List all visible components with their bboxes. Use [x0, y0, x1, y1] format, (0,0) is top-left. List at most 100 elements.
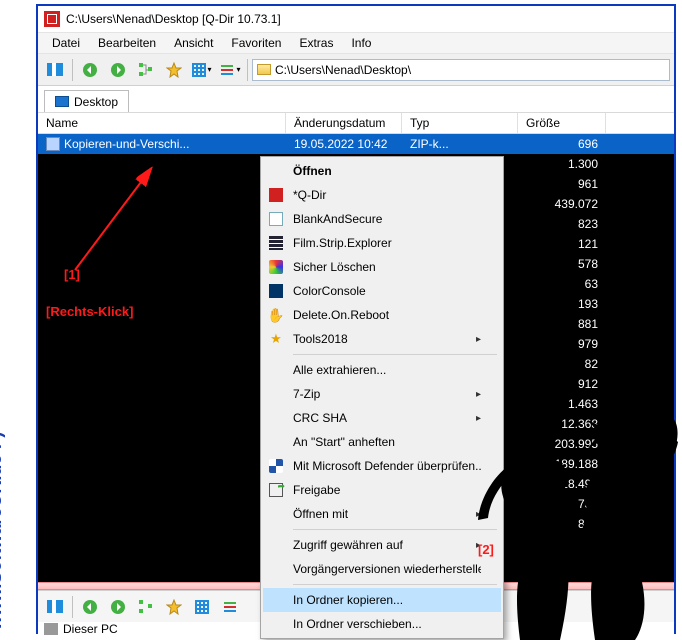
ctx-label: In Ordner kopieren...: [293, 593, 481, 607]
blank-icon: [267, 433, 285, 451]
col-type[interactable]: Typ: [402, 113, 518, 133]
panel-layout-icon[interactable]: [42, 594, 68, 620]
ctx-label: 7-Zip: [293, 387, 468, 401]
sep: [72, 59, 73, 81]
toolbar: ▾ ▾ C:\Users\Nenad\Desktop\: [38, 54, 674, 86]
ctx--ffnen-mit[interactable]: Öffnen mit: [263, 502, 501, 526]
watermark: www.SoftwareOK.de :-): [0, 432, 6, 630]
col-date[interactable]: Änderungsdatum: [286, 113, 402, 133]
col-size[interactable]: Größe: [518, 113, 606, 133]
ctx-label: Film.Strip.Explorer: [293, 236, 481, 250]
sep: [72, 596, 73, 618]
folder-icon: [257, 64, 271, 75]
ctx-label: Vorgängerversionen wiederherstellen: [293, 562, 481, 576]
ctx-vorg-ngerversionen-wiederherstellen[interactable]: Vorgängerversionen wiederherstellen: [263, 557, 501, 581]
address-text: C:\Users\Nenad\Desktop\: [275, 63, 411, 77]
tab-label: Desktop: [74, 95, 118, 109]
ctx-sicher-l-schen[interactable]: Sicher Löschen: [263, 255, 501, 279]
tab-desktop[interactable]: Desktop: [44, 90, 129, 112]
desktop-icon: [55, 96, 69, 107]
ctx-in-ordner-kopieren-[interactable]: In Ordner kopieren...: [263, 588, 501, 612]
ctx-label: BlankAndSecure: [293, 212, 481, 226]
blank-icon: [267, 210, 285, 228]
tabbar: Desktop: [38, 86, 674, 112]
ctx-label: Öffnen: [293, 164, 481, 178]
menu-extras[interactable]: Extras: [291, 34, 341, 52]
titlebar: C:\Users\Nenad\Desktop [Q-Dir 10.73.1]: [38, 6, 674, 32]
table-row[interactable]: Kopieren-und-Verschi...19.05.2022 10:42Z…: [38, 134, 674, 154]
qdir-icon: [267, 186, 285, 204]
tree-icon[interactable]: [133, 57, 159, 83]
menu-file[interactable]: Datei: [44, 34, 88, 52]
filmstrip-icon: [267, 234, 285, 252]
options-icon[interactable]: [217, 594, 243, 620]
ctx-freigabe[interactable]: ➦ Freigabe: [263, 478, 501, 502]
ctx-7-zip[interactable]: 7-Zip: [263, 382, 501, 406]
forward-icon[interactable]: [105, 594, 131, 620]
ctx-alle-extrahieren-[interactable]: Alle extrahieren...: [263, 358, 501, 382]
ctx-mit-microsoft-defender-berpr-fen-[interactable]: Mit Microsoft Defender überprüfen...: [263, 454, 501, 478]
ctx--q-dir[interactable]: *Q-Dir: [263, 183, 501, 207]
back-icon[interactable]: [77, 57, 103, 83]
blank-icon: [267, 505, 285, 523]
ctx-label: Delete.On.Reboot: [293, 308, 481, 322]
menubar: Datei Bearbeiten Ansicht Favoriten Extra…: [38, 32, 674, 54]
ctx-in-ordner-verschieben-[interactable]: In Ordner verschieben...: [263, 612, 501, 636]
fav-icon[interactable]: [161, 57, 187, 83]
blank-icon: [267, 591, 285, 609]
forward-icon[interactable]: [105, 57, 131, 83]
fav-icon[interactable]: [161, 594, 187, 620]
options-icon[interactable]: ▾: [217, 57, 243, 83]
ctx-label: Öffnen mit: [293, 507, 468, 521]
ctx-label: An "Start" anheften: [293, 435, 481, 449]
views-icon[interactable]: [189, 594, 215, 620]
blank-icon: [267, 162, 285, 180]
ctx-blankandsecure[interactable]: BlankAndSecure: [263, 207, 501, 231]
col-name[interactable]: Name: [38, 113, 286, 133]
ctx-label: ColorConsole: [293, 284, 481, 298]
star-icon: ★: [267, 330, 285, 348]
ctx-label: In Ordner verschieben...: [293, 617, 481, 631]
window-title: C:\Users\Nenad\Desktop [Q-Dir 10.73.1]: [66, 12, 281, 26]
back-icon[interactable]: [77, 594, 103, 620]
ctx-label: Mit Microsoft Defender überprüfen...: [293, 459, 481, 473]
app-icon: [44, 11, 60, 27]
blank-icon: [267, 385, 285, 403]
menu-info[interactable]: Info: [343, 34, 379, 52]
blank-icon: [267, 536, 285, 554]
ctx-label: *Q-Dir: [293, 188, 481, 202]
views-icon[interactable]: ▾: [189, 57, 215, 83]
ctx-film-strip-explorer[interactable]: Film.Strip.Explorer: [263, 231, 501, 255]
ctx-tools2018[interactable]: ★ Tools2018: [263, 327, 501, 351]
blank-icon: [267, 361, 285, 379]
ctx-colorconsole[interactable]: ColorConsole: [263, 279, 501, 303]
menu-edit[interactable]: Bearbeiten: [90, 34, 164, 52]
ctx-label: Sicher Löschen: [293, 260, 481, 274]
tree-icon[interactable]: [133, 594, 159, 620]
ctx-label: Freigabe: [293, 483, 481, 497]
column-headers: Name Änderungsdatum Typ Größe: [38, 112, 674, 134]
blank-icon: [267, 409, 285, 427]
context-menu: Öffnen *Q-Dir BlankAndSecure Film.Strip.Exp…: [260, 156, 504, 639]
ctx-label: Tools2018: [293, 332, 468, 346]
sep: [247, 59, 248, 81]
ctx-an-start-anheften[interactable]: An "Start" anheften: [263, 430, 501, 454]
ctx-zugriff-gew-hren-auf[interactable]: Zugriff gewähren auf: [263, 533, 501, 557]
share-icon: ➦: [267, 481, 285, 499]
pane2-item-label: Dieser PC: [63, 622, 118, 636]
ctx-crc-sha[interactable]: CRC SHA: [263, 406, 501, 430]
defender-icon: [267, 457, 285, 475]
ctx-label: Zugriff gewähren auf: [293, 538, 468, 552]
pc-icon: [44, 623, 58, 635]
menu-view[interactable]: Ansicht: [166, 34, 221, 52]
delete-reboot-icon: ✋: [267, 306, 285, 324]
file-icon: [46, 137, 60, 151]
ctx-label: Alle extrahieren...: [293, 363, 481, 377]
address-bar[interactable]: C:\Users\Nenad\Desktop\: [252, 59, 670, 81]
blank-icon: [267, 615, 285, 633]
ctx-delete-on-reboot[interactable]: ✋ Delete.On.Reboot: [263, 303, 501, 327]
blank-icon: [267, 560, 285, 578]
ctx--ffnen[interactable]: Öffnen: [263, 159, 501, 183]
panel-layout-icon[interactable]: [42, 57, 68, 83]
menu-fav[interactable]: Favoriten: [223, 34, 289, 52]
